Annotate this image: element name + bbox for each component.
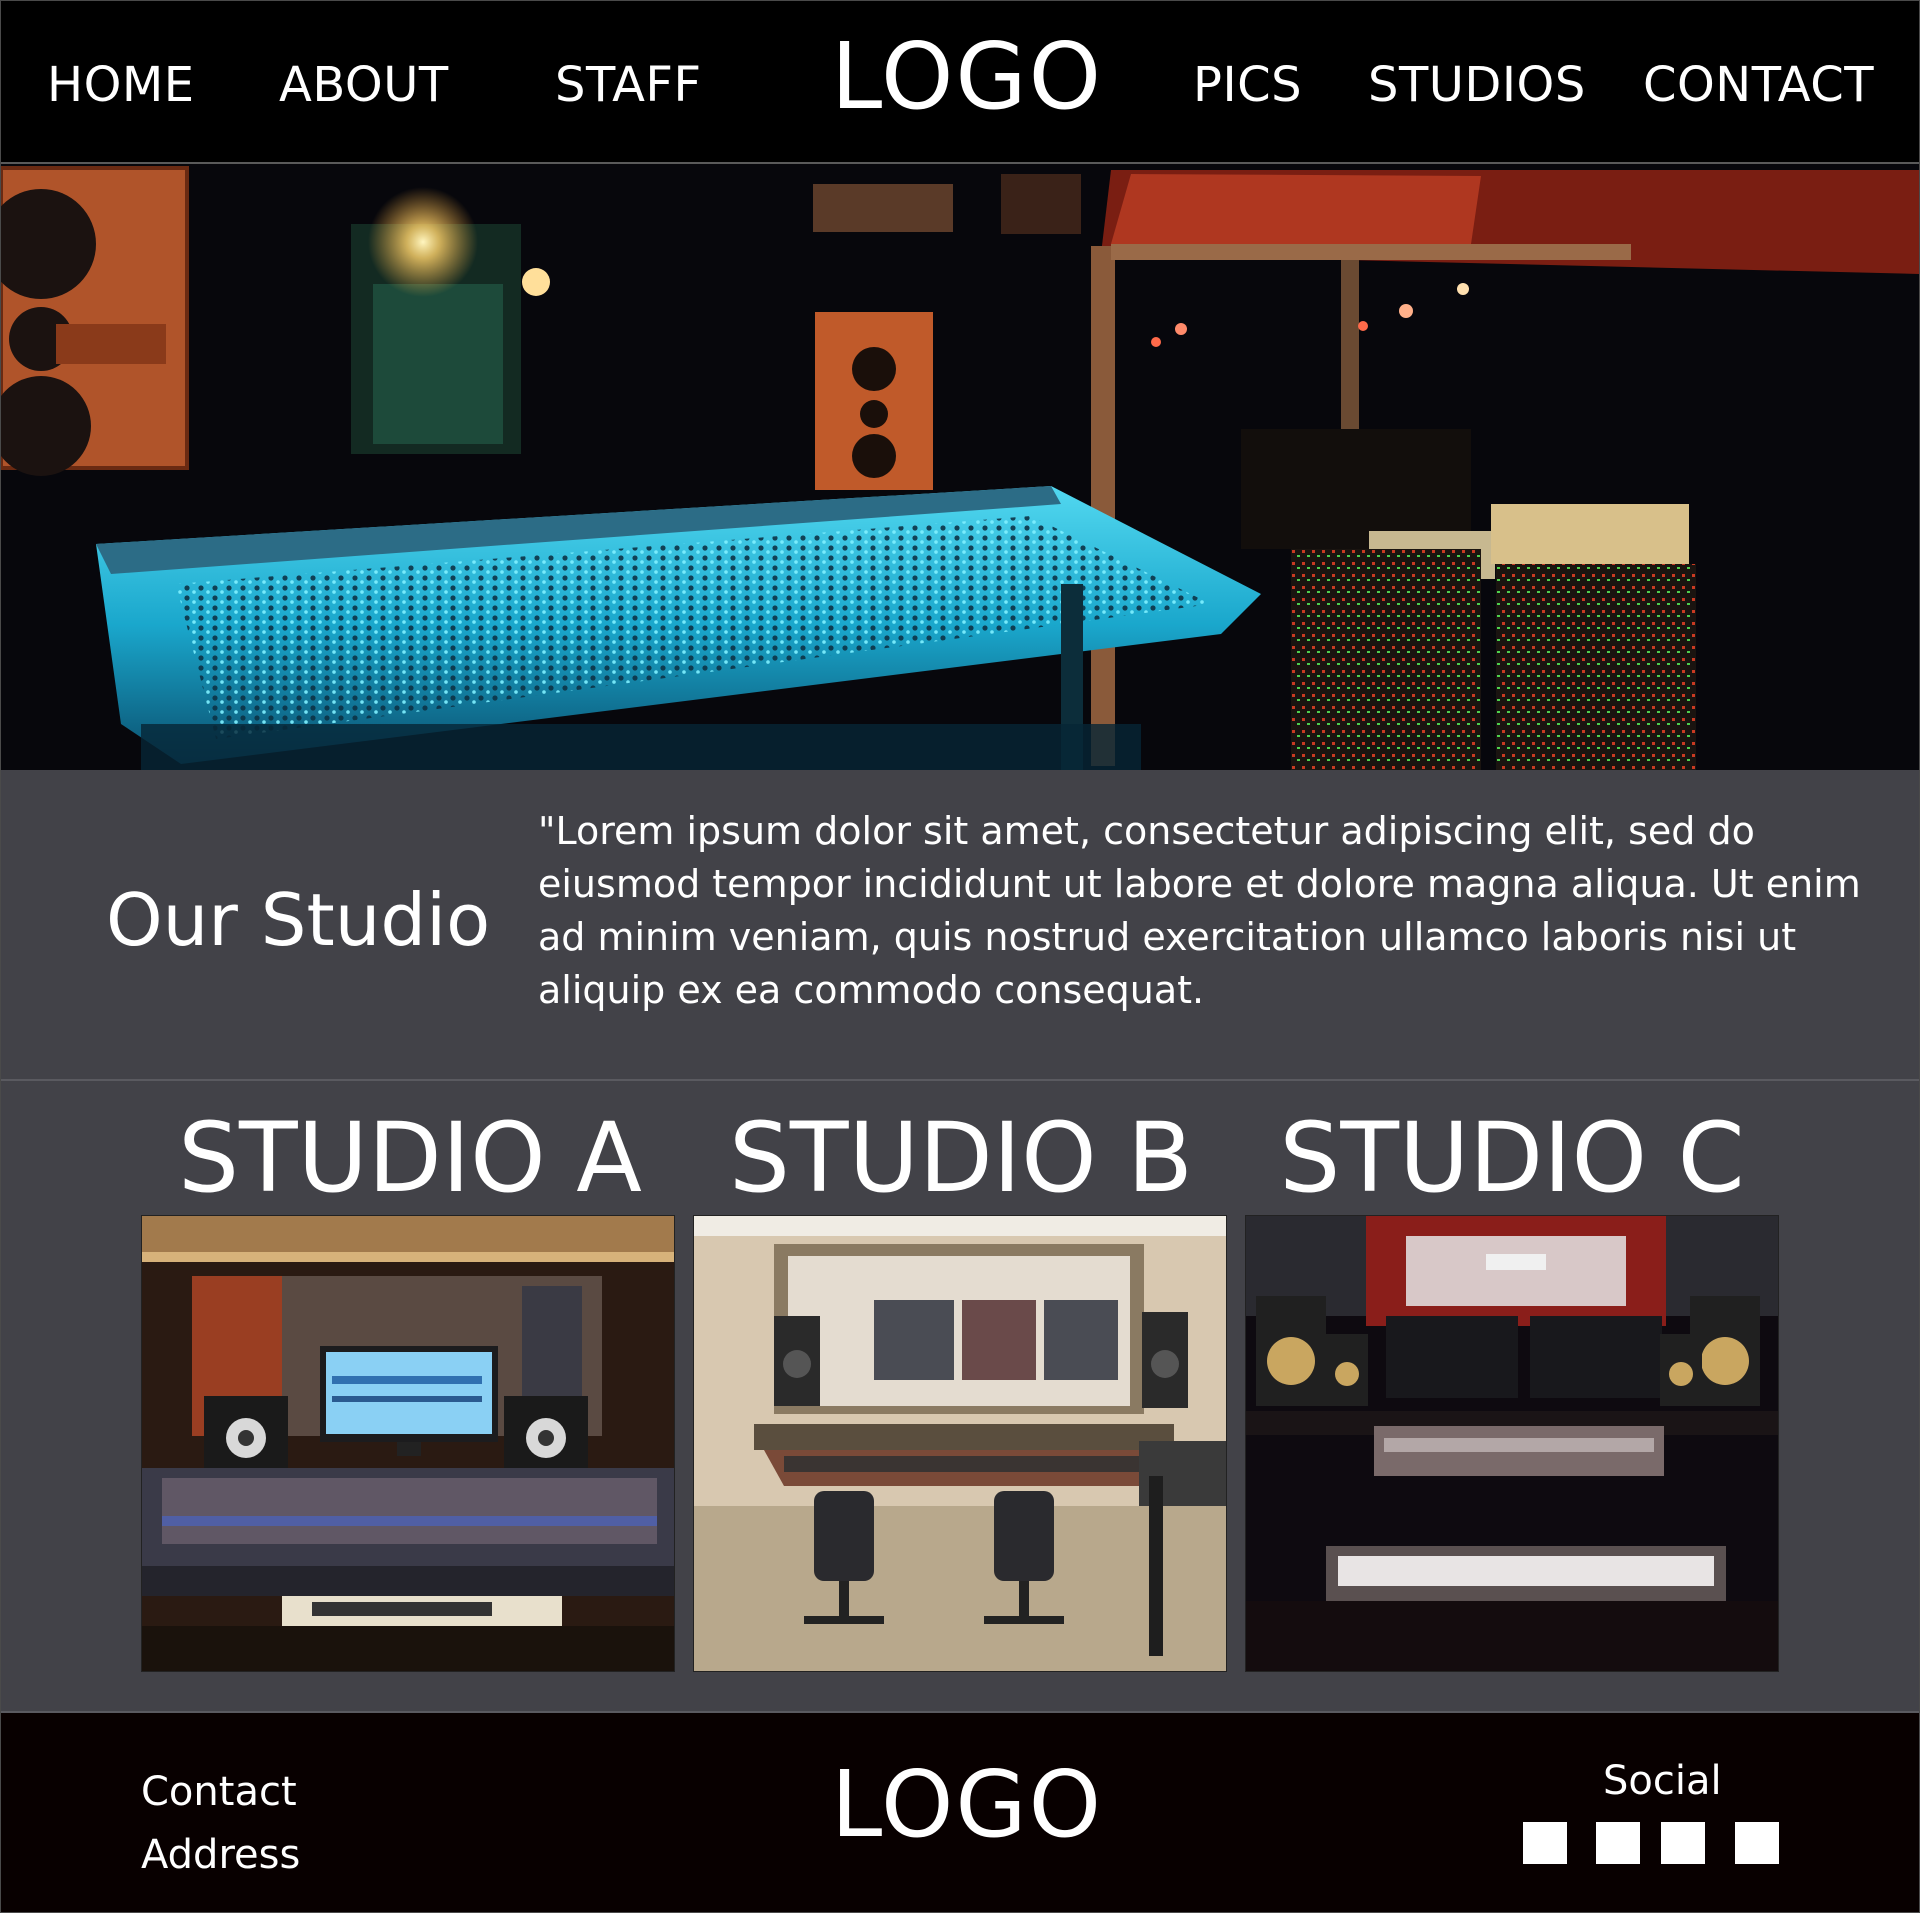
- studio-c-photo[interactable]: [1245, 1215, 1779, 1672]
- header-logo[interactable]: LOGO: [831, 27, 1103, 127]
- about-text: "Lorem ipsum dolor sit amet, consectetur…: [538, 809, 1861, 1012]
- social-icon[interactable]: [1735, 1822, 1779, 1864]
- studio-c-title[interactable]: STUDIO C: [1245, 1106, 1779, 1210]
- footer-logo: LOGO: [831, 1751, 1104, 1858]
- nav-pics[interactable]: PICS: [1193, 57, 1302, 113]
- studio-b-title[interactable]: STUDIO B: [694, 1106, 1228, 1210]
- footer-contact-link[interactable]: Contact: [141, 1768, 297, 1816]
- studios-section: STUDIO A STUDIO B STUDIO C: [1, 1081, 1919, 1713]
- social-icon[interactable]: [1661, 1822, 1705, 1864]
- about-section: Our Studio "Lorem ipsum dolor sit amet, …: [1, 770, 1919, 1081]
- social-icon[interactable]: [1596, 1822, 1640, 1864]
- studio-a-title[interactable]: STUDIO A: [143, 1106, 677, 1210]
- footer-address-link[interactable]: Address: [141, 1831, 300, 1879]
- about-title: Our Studio: [106, 878, 491, 962]
- nav-home[interactable]: HOME: [47, 57, 195, 113]
- social-label: Social: [1603, 1758, 1722, 1804]
- header: HOME ABOUT STAFF LOGO PICS STUDIOS CONTA…: [1, 1, 1919, 164]
- studio-b-photo[interactable]: [693, 1215, 1227, 1672]
- nav-about[interactable]: ABOUT: [279, 57, 449, 113]
- studio-a-photo[interactable]: [141, 1215, 675, 1672]
- hero-image: [1, 164, 1919, 770]
- social-icon[interactable]: [1523, 1822, 1567, 1864]
- footer: Contact Address LOGO Social: [1, 1713, 1919, 1912]
- nav-studios[interactable]: STUDIOS: [1368, 57, 1586, 113]
- nav-staff[interactable]: STAFF: [555, 57, 702, 113]
- page: HOME ABOUT STAFF LOGO PICS STUDIOS CONTA…: [0, 0, 1920, 1913]
- nav-contact[interactable]: CONTACT: [1643, 57, 1874, 113]
